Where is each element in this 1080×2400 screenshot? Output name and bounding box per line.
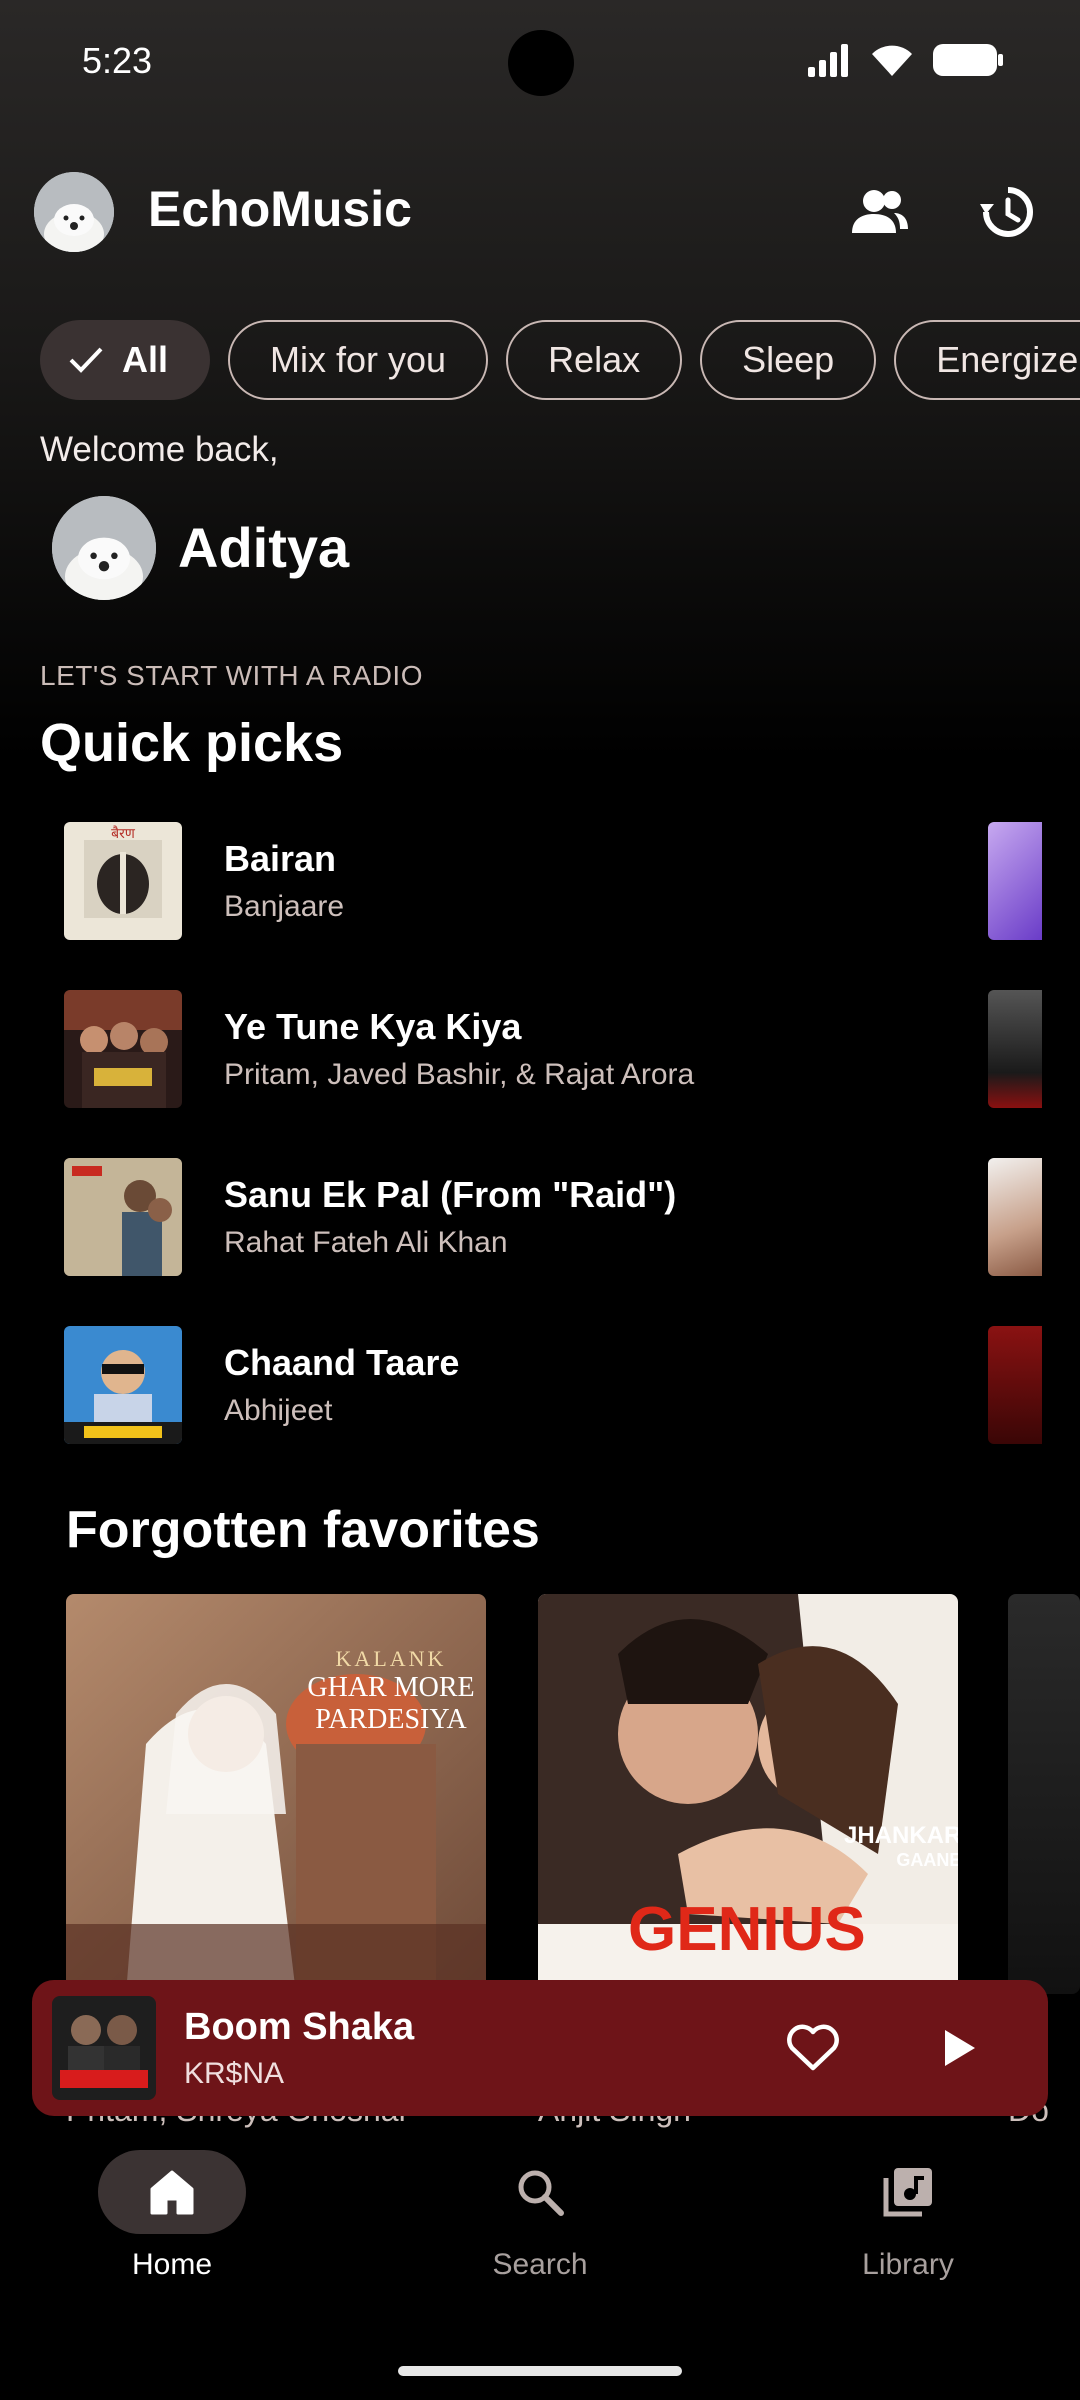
camera-cutout: [508, 30, 574, 96]
profile-avatar[interactable]: [34, 172, 114, 252]
song-artist: Banjaare: [224, 890, 345, 923]
album-art: बैरण: [64, 822, 182, 940]
people-icon: [852, 190, 908, 233]
user-avatar[interactable]: [52, 496, 156, 600]
album-art-label: JHANKAR GAANE: [844, 1822, 958, 1871]
chip-label: All: [122, 339, 169, 380]
art-line-2: GHAR MORE: [307, 1672, 475, 1703]
next-column-art[interactable]: [988, 1326, 1042, 1444]
chip-label: Relax: [548, 339, 641, 380]
art-line-2: JHANKAR: [844, 1822, 958, 1849]
play-icon: [945, 2030, 975, 2066]
history-icon: [980, 187, 1033, 237]
album-art-title: GENIUS: [628, 1895, 866, 1964]
nav-label: Search: [492, 2248, 588, 2281]
filter-chips: All Mix for you Relax Sleep Energize: [40, 320, 1080, 400]
chip-label: Energize: [936, 339, 1079, 380]
quick-pick-item[interactable]: Sanu Ek Pal (From "Raid") Rahat Fateh Al…: [64, 1158, 1080, 1276]
play-button[interactable]: [914, 2003, 1004, 2093]
svg-text:बैरण: बैरण: [111, 825, 136, 842]
quick-picks-title: Quick picks: [40, 713, 344, 773]
history-button[interactable]: [966, 172, 1046, 252]
user-name[interactable]: Aditya: [178, 515, 349, 580]
heart-outline-icon: [787, 2024, 839, 2071]
favorite-card[interactable]: KALANK GHAR MORE PARDESIYA: [66, 1594, 486, 1994]
now-playing-art: [52, 1996, 156, 2100]
now-playing-title: Boom Shaka: [184, 2005, 415, 2048]
song-title: Sanu Ek Pal (From "Raid"): [224, 1174, 677, 1215]
nav-label: Home: [131, 2248, 213, 2281]
accounts-button[interactable]: [840, 172, 920, 252]
battery-icon: [933, 44, 1003, 76]
quick-pick-item[interactable]: बैरण Bairan Banjaare: [64, 822, 1080, 940]
song-title: Chaand Taare: [224, 1342, 460, 1383]
app-title: EchoMusic: [148, 181, 412, 237]
album-art: [64, 1158, 182, 1276]
gesture-home-indicator[interactable]: [398, 2366, 682, 2376]
quick-picks-subtitle: LET'S START WITH A RADIO: [40, 660, 423, 691]
chip-relax[interactable]: Relax: [506, 320, 683, 400]
next-column-art[interactable]: [988, 990, 1042, 1108]
nav-label: Library: [862, 2248, 954, 2281]
nav-search[interactable]: Search: [420, 2150, 660, 2282]
album-art: [64, 990, 182, 1108]
chip-label: Mix for you: [270, 339, 447, 380]
nav-library-indicator: [834, 2150, 982, 2234]
art-line-3: PARDESIYA: [315, 1704, 467, 1735]
chip-all[interactable]: All: [40, 320, 211, 400]
chip-label: Sleep: [742, 339, 835, 380]
wifi-icon: [872, 45, 912, 76]
album-art-image: [64, 990, 182, 1108]
search-icon: [518, 2170, 564, 2216]
library-music-icon: [883, 2168, 932, 2217]
bottom-navigation: Home Search Library: [0, 2150, 1080, 2310]
song-artist: Rahat Fateh Ali Khan: [224, 1226, 508, 1259]
next-column-art[interactable]: [988, 1158, 1042, 1276]
nav-library[interactable]: Library: [788, 2150, 1028, 2282]
status-icons: [806, 42, 1004, 78]
quick-pick-item[interactable]: Chaand Taare Abhijeet: [64, 1326, 1080, 1444]
art-line-1: KALANK: [335, 1646, 447, 1671]
check-icon: [69, 347, 103, 373]
album-art-image: [64, 1326, 182, 1444]
album-art-image: बैरण: [64, 822, 182, 940]
album-art-text: KALANK GHAR MORE PARDESIYA: [306, 1646, 476, 1736]
chip-energize[interactable]: Energize: [894, 320, 1080, 400]
album-art-image: [52, 1996, 156, 2100]
next-column-art[interactable]: [988, 822, 1042, 940]
favorite-card-peek[interactable]: [1008, 1594, 1080, 1994]
nav-home-indicator: [98, 2150, 246, 2234]
art-line-3: GAANE: [896, 1850, 958, 1870]
dog-avatar-icon: [52, 496, 156, 600]
mini-player[interactable]: Boom Shaka KR$NA: [32, 1980, 1048, 2116]
nav-home[interactable]: Home: [52, 2150, 292, 2282]
signal-icon: [808, 44, 848, 77]
chip-sleep[interactable]: Sleep: [700, 320, 877, 400]
nav-search-indicator: [466, 2150, 614, 2234]
home-icon: [150, 2170, 194, 2215]
forgotten-favorites-title: Forgotten favorites: [66, 1501, 540, 1559]
song-title: Ye Tune Kya Kiya: [224, 1006, 522, 1047]
status-time: 5:23: [82, 40, 153, 81]
chip-mix-for-you[interactable]: Mix for you: [228, 320, 489, 400]
dog-avatar-icon: [34, 172, 114, 252]
quick-pick-item[interactable]: Ye Tune Kya Kiya Pritam, Javed Bashir, &…: [64, 990, 1080, 1108]
welcome-text: Welcome back,: [40, 430, 279, 469]
album-art-image: [64, 1158, 182, 1276]
now-playing-artist: KR$NA: [184, 2056, 285, 2090]
song-title: Bairan: [224, 838, 337, 879]
song-artist: Pritam, Javed Bashir, & Rajat Arora: [224, 1058, 695, 1091]
album-art: [64, 1326, 182, 1444]
like-button[interactable]: [768, 2003, 858, 2093]
song-artist: Abhijeet: [224, 1394, 333, 1427]
favorite-card[interactable]: GENIUS JHANKAR GAANE: [538, 1594, 958, 1994]
